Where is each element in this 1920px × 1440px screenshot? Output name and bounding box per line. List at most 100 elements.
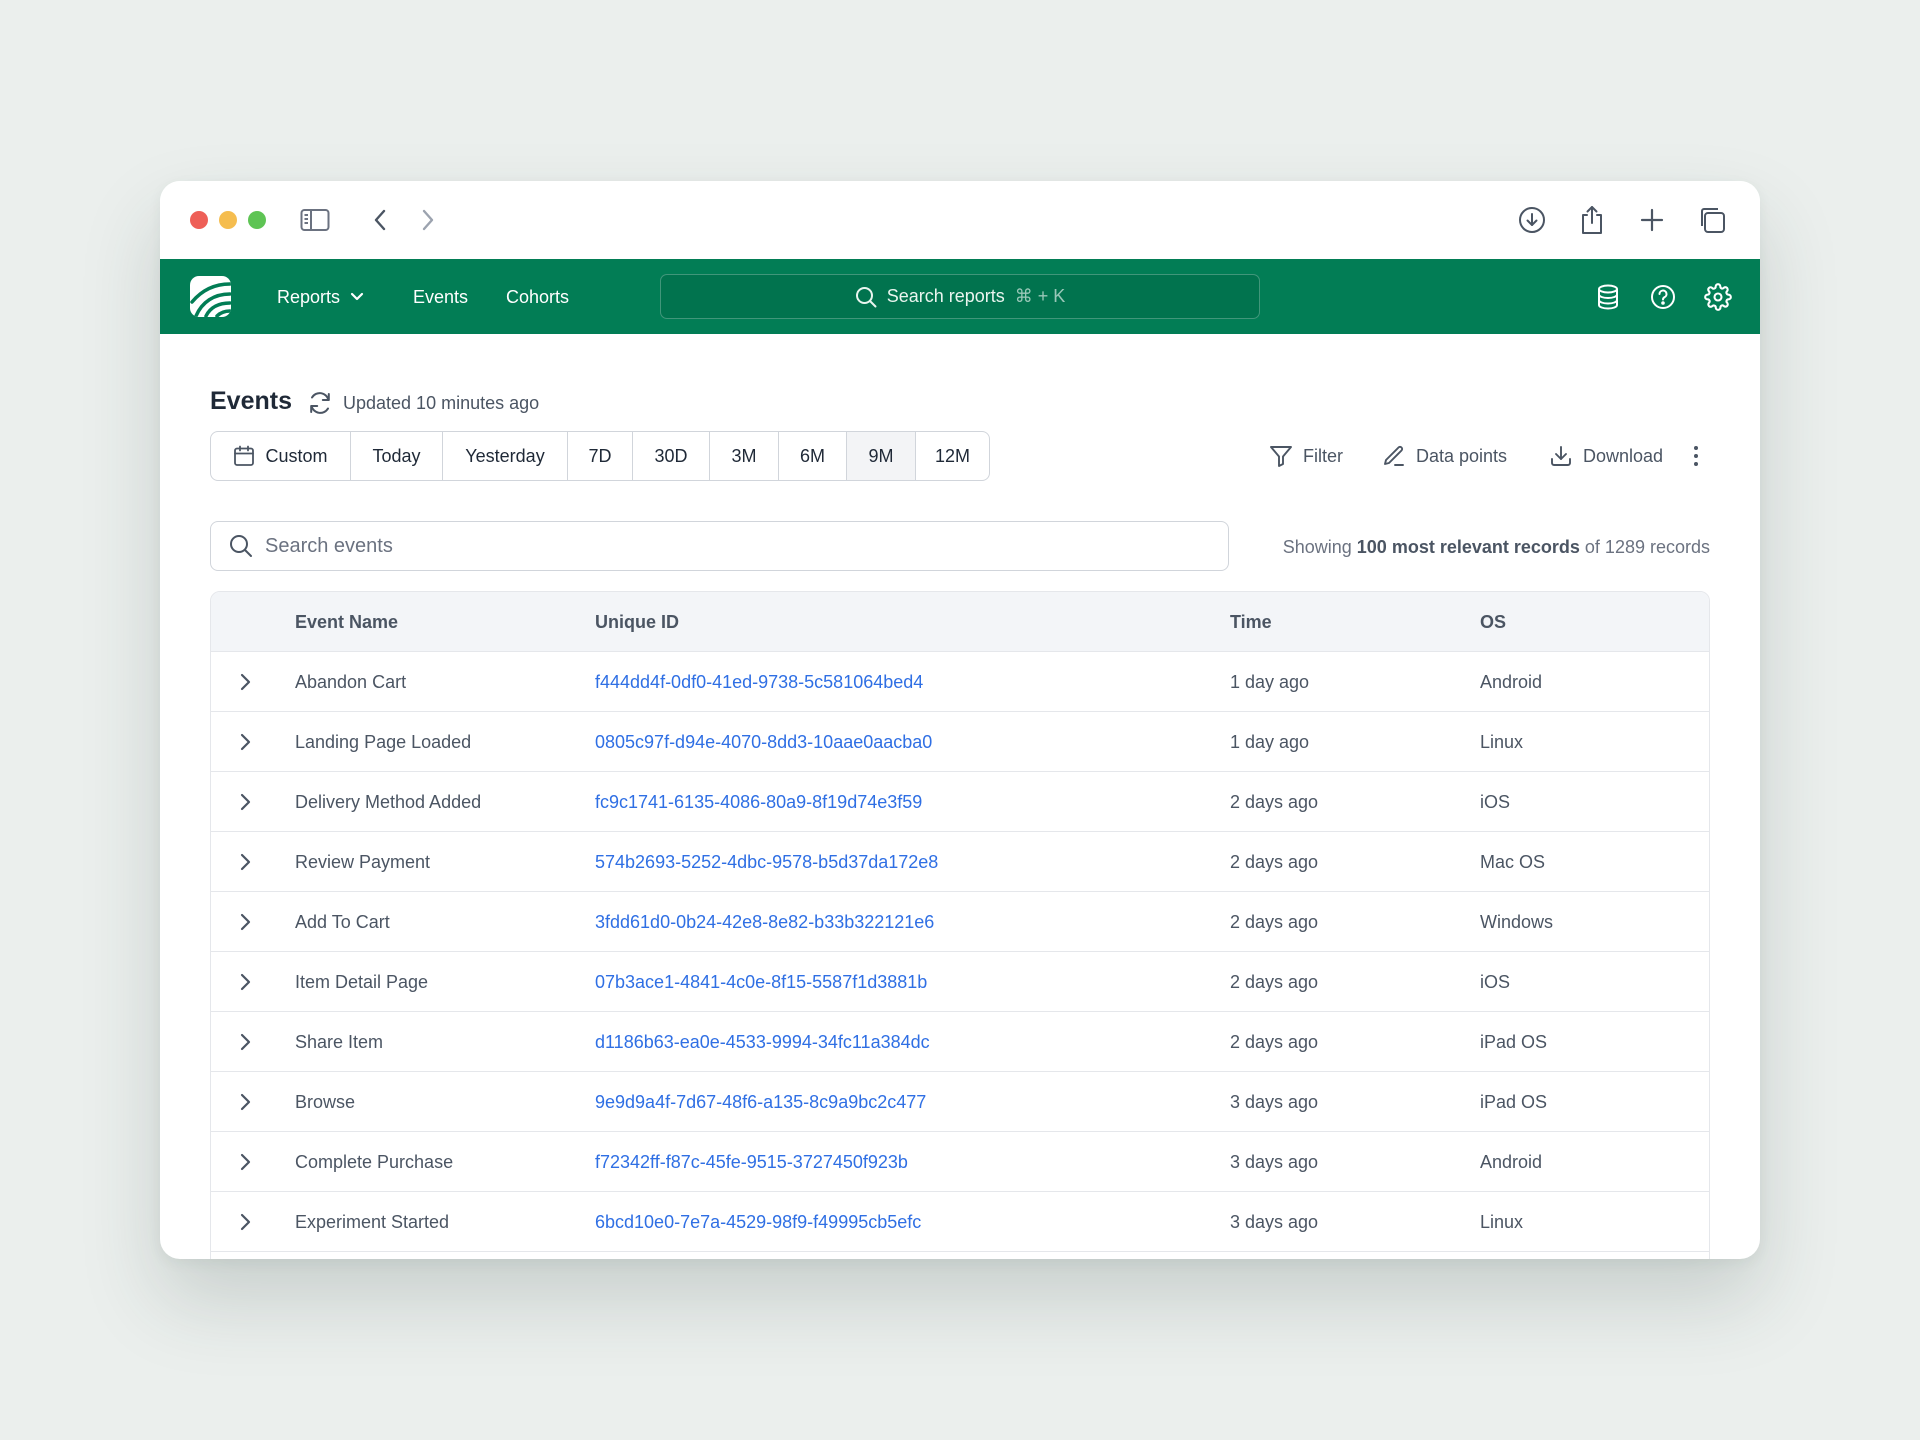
maximize-window-button[interactable] (248, 211, 266, 229)
nav-events-link[interactable]: Events (413, 285, 468, 309)
time-cell: 2 days ago (1230, 972, 1319, 992)
table-row[interactable]: Review Payment 574b2693-5252-4dbc-9578-b5… (211, 832, 1709, 892)
expand-row-chevron-icon[interactable] (233, 670, 257, 694)
table-row[interactable]: Abandon Cart f444dd4f-0df0-41ed-9738-5c58… (211, 652, 1709, 712)
unique-id-link[interactable]: f72342ff-f87c-45fe-9515-3727450f923b (595, 1132, 908, 1192)
expand-row-chevron-icon[interactable] (233, 790, 257, 814)
time-cell: 2 days ago (1230, 912, 1319, 932)
unique-id-link[interactable]: 9e9d9a4f-7d67-48f6-a135-8c9a9bc2c477 (595, 1072, 926, 1132)
help-icon[interactable] (1649, 283, 1677, 311)
event-name-cell: Experiment Started (295, 1212, 450, 1232)
unique-id-link[interactable]: fc9c1741-6135-4086-80a9-8f19d74e3f59 (595, 772, 922, 832)
column-header-time[interactable]: Time (1230, 592, 1272, 652)
table-row[interactable]: Landing Page Loaded 0805c97f-d94e-4070-8d… (211, 712, 1709, 772)
expand-row-chevron-icon[interactable] (233, 730, 257, 754)
table-row[interactable]: Share Item d1186b63-ea0e-4533-9994-34fc11… (211, 1012, 1709, 1072)
event-name-cell: Landing Page Loaded (295, 732, 472, 752)
time-cell: 2 days ago (1230, 852, 1319, 872)
table-row[interactable]: Complete Purchase f72342ff-f87c-45fe-9515… (211, 1132, 1709, 1192)
refresh-icon[interactable] (307, 391, 333, 415)
column-header-unique-id[interactable]: Unique ID (595, 592, 679, 652)
expand-row-chevron-icon[interactable] (233, 850, 257, 874)
data-points-button[interactable]: Data points (1382, 443, 1507, 469)
forward-icon[interactable] (413, 205, 443, 235)
expand-row-chevron-icon[interactable] (233, 910, 257, 934)
close-window-button[interactable] (190, 211, 208, 229)
expand-row-chevron-icon[interactable] (233, 1150, 257, 1174)
range-30d-label: 30D (654, 445, 688, 466)
range-30d-button[interactable]: 30D (633, 432, 710, 480)
os-cell: Mac OS (1480, 852, 1546, 872)
back-icon[interactable] (365, 205, 395, 235)
nav-cohorts-link[interactable]: Cohorts (506, 285, 569, 309)
minimize-window-button[interactable] (219, 211, 237, 229)
pencil-icon (1384, 446, 1404, 466)
expand-row-chevron-icon[interactable] (233, 1090, 257, 1114)
unique-id-link[interactable]: 574b2693-5252-4dbc-9578-b5d37da172e8 (595, 832, 938, 892)
reports-search-input[interactable]: Search reports ⌘ + K (660, 274, 1260, 319)
chevron-down-icon (350, 292, 364, 301)
database-icon[interactable] (1594, 283, 1622, 311)
nav-reports-label: Reports (277, 287, 341, 307)
settings-gear-icon[interactable] (1704, 283, 1732, 311)
records-summary-emphasis: 100 most relevant records (1356, 537, 1580, 557)
filter-button[interactable]: Filter (1269, 443, 1343, 469)
unique-id-link[interactable]: f444dd4f-0df0-41ed-9738-5c581064bed4 (595, 652, 923, 712)
range-today-button[interactable]: Today (351, 432, 443, 480)
expand-row-chevron-icon[interactable] (233, 1210, 257, 1234)
table-row[interactable]: Delivery Method Added fc9c1741-6135-4086-… (211, 772, 1709, 832)
table-row[interactable]: Item Detail Page 07b3ace1-4841-4c0e-8f15-… (211, 952, 1709, 1012)
downloads-icon[interactable] (1517, 205, 1547, 235)
unique-id-link[interactable]: 0805c97f-d94e-4070-8dd3-10aae0aacba0 (595, 712, 932, 772)
download-label: Download (1583, 445, 1664, 466)
range-12m-button[interactable]: 12M (916, 432, 989, 480)
search-icon (230, 535, 252, 557)
range-6m-button[interactable]: 6M (779, 432, 847, 480)
nav-reports-menu[interactable]: Reports (277, 285, 364, 309)
table-row[interactable]: Browse 9e9d9a4f-7d67-48f6-a135-8c9a9bc2c4… (211, 1072, 1709, 1132)
sidebar-toggle-icon[interactable] (300, 205, 330, 235)
filter-label: Filter (1303, 445, 1343, 466)
range-9m-button[interactable]: 9M (847, 432, 916, 480)
range-custom-button[interactable]: Custom (211, 432, 351, 480)
expand-row-chevron-icon[interactable] (233, 970, 257, 994)
table-row[interactable]: Experiment Started 6bcd10e0-7e7a-4529-98f… (211, 1192, 1709, 1252)
table-row[interactable]: Add To Cart 3fdd61d0-0b24-42e8-8e82-b33b3… (211, 892, 1709, 952)
more-options-icon[interactable] (1690, 443, 1702, 469)
unique-id-link[interactable]: 6bcd10e0-7e7a-4529-98f9-f49995cb5efc (595, 1192, 921, 1252)
event-name-cell: Browse (295, 1092, 356, 1112)
share-icon[interactable] (1577, 205, 1607, 235)
range-yesterday-button[interactable]: Yesterday (443, 432, 568, 480)
page-title: Events (210, 387, 292, 415)
browser-window: Reports Events Cohorts Search reports ⌘ … (160, 181, 1760, 1259)
logo-icon[interactable] (190, 276, 231, 317)
date-range-selector: Custom Today Yesterday 7D 30D 3M 6M 9M 1… (210, 431, 990, 481)
unique-id-link[interactable]: 3fdd61d0-0b24-42e8-8e82-b33b322121e6 (595, 892, 934, 952)
column-header-os[interactable]: OS (1480, 592, 1506, 652)
filter-icon (1270, 446, 1292, 467)
tab-overview-icon[interactable] (1697, 205, 1727, 235)
download-button[interactable]: Download (1549, 443, 1663, 469)
expand-row-chevron-icon[interactable] (233, 1030, 257, 1054)
browser-toolbar (160, 181, 1760, 259)
time-cell: 2 days ago (1230, 792, 1319, 812)
range-7d-button[interactable]: 7D (568, 432, 633, 480)
time-cell: 1 day ago (1230, 732, 1310, 752)
range-3m-button[interactable]: 3M (710, 432, 779, 480)
event-name-cell: Add To Cart (295, 912, 390, 932)
time-cell: 2 days ago (1230, 1032, 1319, 1052)
os-cell: Linux (1480, 1212, 1524, 1232)
nav-events-label: Events (413, 287, 469, 307)
table-body: Abandon Cart f444dd4f-0df0-41ed-9738-5c58… (211, 652, 1709, 1252)
unique-id-link[interactable]: 07b3ace1-4841-4c0e-8f15-5587f1d3881b (595, 952, 927, 1012)
unique-id-link[interactable]: d1186b63-ea0e-4533-9994-34fc11a384dc (595, 1012, 930, 1072)
column-header-event-name[interactable]: Event Name (295, 592, 398, 652)
range-3m-label: 3M (731, 445, 757, 466)
new-tab-icon[interactable] (1637, 205, 1667, 235)
event-name-cell: Complete Purchase (295, 1152, 454, 1172)
events-search-input[interactable]: Search events (210, 521, 1229, 571)
range-12m-label: 12M (934, 445, 970, 466)
search-icon (855, 286, 877, 307)
search-shortcut-hint: ⌘ + K (1014, 286, 1066, 306)
os-cell: Windows (1480, 912, 1554, 932)
